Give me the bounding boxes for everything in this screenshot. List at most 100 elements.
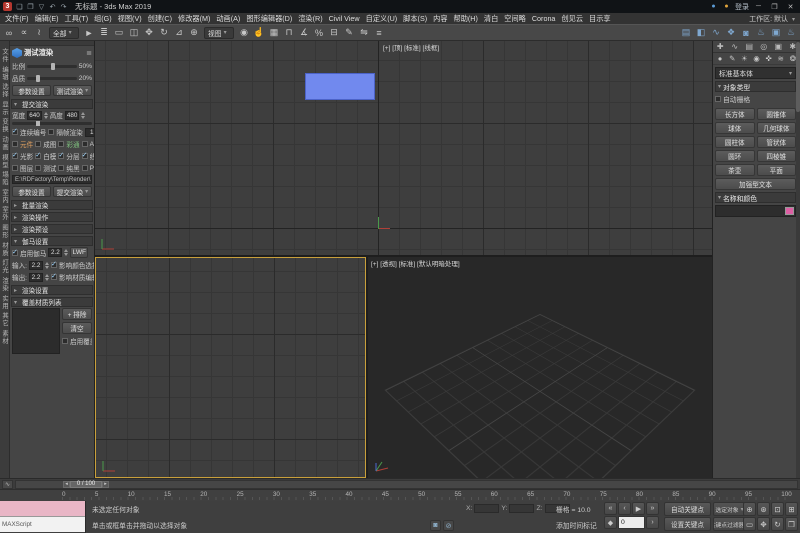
viewport-top[interactable]: [+] [顶] [标准] [线框] bbox=[95, 41, 712, 255]
app-logo-icon[interactable]: 3 bbox=[3, 2, 12, 11]
section-override-material[interactable]: 覆盖材质列表 bbox=[11, 297, 93, 307]
affect-mtl-editor-checkbox[interactable] bbox=[51, 274, 57, 280]
hierarchy-tab[interactable]: ▤ bbox=[742, 41, 757, 52]
menu-item[interactable]: 内容 bbox=[430, 14, 450, 24]
align-icon[interactable]: ≡ bbox=[372, 26, 386, 40]
render-production-icon[interactable]: ♨ bbox=[784, 26, 798, 40]
affect-color-checkbox[interactable] bbox=[51, 262, 57, 268]
option-checkbox[interactable] bbox=[82, 165, 88, 171]
current-frame-field[interactable]: 0 bbox=[618, 516, 645, 529]
menu-item[interactable]: 目示享 bbox=[586, 14, 614, 24]
name-color-rollout[interactable]: ▾名称和颜色 bbox=[715, 192, 796, 203]
select-and-scale-icon[interactable]: ⊿ bbox=[172, 26, 186, 40]
scale-slider[interactable] bbox=[27, 65, 77, 68]
maximize-viewport-toggle-icon[interactable]: ❒ bbox=[785, 517, 798, 531]
time-step-forward-icon[interactable]: ▸ bbox=[102, 481, 109, 488]
zoom-extents-all-icon[interactable]: ⊞ bbox=[785, 502, 798, 516]
sidebar-tab[interactable]: 实用 bbox=[0, 294, 9, 311]
menu-item[interactable]: Civil View bbox=[326, 14, 363, 23]
primitive-button-wide[interactable]: 加强型文本 bbox=[715, 178, 796, 190]
menu-item[interactable]: 组(G) bbox=[91, 14, 115, 24]
primitive-type-dropdown[interactable]: 标准基本体 bbox=[715, 67, 796, 79]
sidebar-tab[interactable]: 图形 bbox=[0, 223, 9, 240]
primitive-button[interactable]: 圆柱体 bbox=[715, 136, 755, 148]
next-frame-button[interactable]: › bbox=[646, 516, 659, 529]
selection-filter-dropdown[interactable]: 全部 bbox=[49, 27, 79, 39]
go-to-end-button[interactable]: » bbox=[646, 502, 659, 515]
orbit-icon[interactable]: ↻ bbox=[771, 517, 784, 531]
zoom-extents-icon[interactable]: ⊡ bbox=[771, 502, 784, 516]
pass-checkbox[interactable] bbox=[35, 141, 41, 147]
gamma-value-field[interactable]: 2.2 bbox=[48, 248, 62, 257]
sidebar-tab[interactable]: 选择 bbox=[0, 82, 9, 99]
primitive-button[interactable]: 圆锥体 bbox=[757, 108, 797, 120]
key-mode-toggle-button[interactable]: ◆ bbox=[604, 516, 617, 529]
height-field[interactable]: 480 bbox=[65, 111, 80, 120]
redo-icon[interactable]: ↷ bbox=[58, 1, 69, 12]
primitive-button[interactable]: 长方体 bbox=[715, 108, 755, 120]
coord-y-field[interactable] bbox=[509, 504, 534, 513]
select-and-link-icon[interactable]: ∞ bbox=[2, 26, 16, 40]
skip-frames-checkbox[interactable] bbox=[48, 129, 54, 135]
menu-item[interactable]: 清白 bbox=[481, 14, 501, 24]
section-render-presets[interactable]: 渲染预设 bbox=[11, 224, 93, 234]
menu-item[interactable]: 脚本(S) bbox=[400, 14, 430, 24]
select-and-manipulate-icon[interactable]: ☝ bbox=[252, 26, 266, 40]
sidebar-tab[interactable]: 模型 bbox=[0, 153, 9, 170]
sidebar-tab[interactable]: 动画 bbox=[0, 135, 9, 152]
sidebar-tab[interactable]: 编辑 bbox=[0, 65, 9, 82]
option-checkbox[interactable] bbox=[12, 165, 18, 171]
pan-icon[interactable]: ✥ bbox=[757, 517, 770, 531]
new-scene-icon[interactable]: ❏ bbox=[14, 1, 25, 12]
play-animation-button[interactable]: ▶ bbox=[632, 502, 645, 515]
select-and-rotate-icon[interactable]: ↻ bbox=[157, 26, 171, 40]
sidebar-tab[interactable]: 素材 bbox=[0, 329, 9, 346]
keyboard-shortcut-override-icon[interactable]: ▦ bbox=[267, 26, 281, 40]
undo-icon[interactable]: ↶ bbox=[47, 1, 58, 12]
width-spinner[interactable] bbox=[44, 112, 48, 119]
params-settings-button[interactable]: 参数设置 bbox=[12, 85, 51, 96]
unlink-selection-icon[interactable]: ∝ bbox=[17, 26, 31, 40]
submit-render-button[interactable]: 提交渲染 bbox=[53, 186, 92, 197]
helpers-category[interactable]: ✜ bbox=[763, 53, 775, 64]
override-material-list[interactable] bbox=[12, 308, 60, 354]
sidebar-tab[interactable]: 文件 bbox=[0, 47, 9, 64]
modify-tab[interactable]: ∿ bbox=[728, 41, 743, 52]
menu-item[interactable]: 帮助(H) bbox=[451, 14, 481, 24]
sidebar-tab[interactable]: 材质 bbox=[0, 241, 9, 258]
sidebar-tab[interactable]: 灯光 bbox=[0, 258, 9, 275]
object-color-swatch[interactable] bbox=[785, 207, 794, 215]
minimize-button[interactable]: ─ bbox=[752, 1, 765, 12]
menu-item[interactable]: 渲染(R) bbox=[295, 14, 325, 24]
notifications-icon[interactable]: ● bbox=[721, 1, 732, 12]
pass-checkbox[interactable] bbox=[58, 141, 64, 147]
primitive-button[interactable]: 圆环 bbox=[715, 150, 755, 162]
space-warps-category[interactable]: ≋ bbox=[775, 53, 787, 64]
selected-objects-dropdown[interactable]: 选定对象 bbox=[713, 502, 746, 516]
gamma-in-spinner[interactable] bbox=[45, 262, 49, 269]
clear-button[interactable]: 清空 bbox=[62, 322, 92, 334]
command-panel-scrollbar[interactable] bbox=[796, 41, 800, 478]
maxscript-mini-listener[interactable]: MAXScript bbox=[0, 501, 86, 533]
listener-output-row[interactable] bbox=[0, 501, 85, 517]
menu-item[interactable]: 修改器(M) bbox=[175, 14, 213, 24]
menu-item[interactable]: 创见云 bbox=[558, 14, 586, 24]
option-checkbox[interactable] bbox=[58, 165, 64, 171]
gamma-spinner[interactable] bbox=[64, 249, 68, 256]
menu-item[interactable]: 动画(A) bbox=[213, 14, 243, 24]
edit-named-selection-sets-icon[interactable]: ✎ bbox=[342, 26, 356, 40]
object-type-rollout[interactable]: ▾对象类型 bbox=[715, 81, 796, 92]
mirror-icon[interactable]: ⇋ bbox=[357, 26, 371, 40]
menu-item[interactable]: 视图(V) bbox=[115, 14, 145, 24]
previous-frame-button[interactable]: ‹ bbox=[618, 502, 631, 515]
snap-toggle-icon[interactable]: ⊓ bbox=[282, 26, 296, 40]
gamma-in-field[interactable]: 2.2 bbox=[29, 261, 43, 270]
add-time-tag[interactable]: 添加时间标记 bbox=[556, 520, 597, 530]
use-pivot-point-center-icon[interactable]: ◉ bbox=[237, 26, 251, 40]
quality-slider[interactable] bbox=[27, 77, 77, 80]
menu-item[interactable]: 空间略 bbox=[501, 14, 529, 24]
spinner-snap-toggle-icon[interactable]: ⊟ bbox=[327, 26, 341, 40]
scrollbar-thumb[interactable] bbox=[796, 42, 800, 112]
isolate-selection-toggle-icon[interactable]: ◙ bbox=[430, 520, 441, 531]
select-object-icon[interactable]: ► bbox=[82, 26, 96, 40]
